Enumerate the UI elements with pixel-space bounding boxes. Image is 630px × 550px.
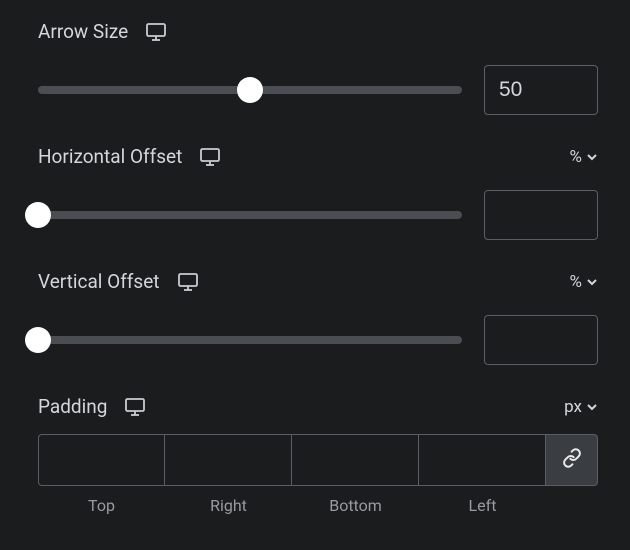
arrow-size-label-row: Arrow Size xyxy=(38,20,598,43)
padding-unit: px xyxy=(564,397,582,417)
padding-right-sublabel: Right xyxy=(210,496,247,515)
padding-top-input[interactable] xyxy=(38,434,165,486)
padding-label-row: Padding px xyxy=(38,395,598,418)
padding-bottom-sublabel: Bottom xyxy=(329,496,382,515)
arrow-size-slider-row xyxy=(38,65,598,115)
chevron-down-icon xyxy=(586,276,598,288)
desktop-icon[interactable] xyxy=(146,23,166,41)
desktop-icon[interactable] xyxy=(125,398,145,416)
vertical-offset-input[interactable] xyxy=(484,315,598,365)
vertical-offset-label-row: Vertical Offset % xyxy=(38,270,598,293)
padding-label: Padding xyxy=(38,395,107,418)
chevron-down-icon xyxy=(586,401,598,413)
arrow-size-input[interactable] xyxy=(484,65,598,115)
arrow-size-group: Arrow Size xyxy=(38,20,598,115)
padding-left-cell: Left xyxy=(419,434,546,515)
padding-left-input[interactable] xyxy=(419,434,546,486)
arrow-size-slider-thumb[interactable] xyxy=(237,77,263,103)
horizontal-offset-unit: % xyxy=(570,147,582,167)
chevron-down-icon xyxy=(586,151,598,163)
horizontal-offset-unit-selector[interactable]: % xyxy=(570,147,598,167)
horizontal-offset-slider[interactable] xyxy=(38,211,462,219)
padding-top-sublabel: Top xyxy=(88,496,115,515)
link-values-button[interactable] xyxy=(546,434,598,486)
horizontal-offset-group: Horizontal Offset % xyxy=(38,145,598,240)
vertical-offset-slider[interactable] xyxy=(38,336,462,344)
padding-left-sublabel: Left xyxy=(469,496,497,515)
desktop-icon[interactable] xyxy=(200,148,220,166)
padding-right-cell: Right xyxy=(165,434,292,515)
vertical-offset-unit-selector[interactable]: % xyxy=(570,272,598,292)
horizontal-offset-label-row: Horizontal Offset % xyxy=(38,145,598,168)
padding-right-input[interactable] xyxy=(165,434,292,486)
link-icon xyxy=(562,448,582,472)
padding-unit-selector[interactable]: px xyxy=(564,397,598,417)
vertical-offset-slider-thumb[interactable] xyxy=(25,327,51,353)
padding-inputs-row: Top Right Bottom Left xyxy=(38,434,598,515)
arrow-size-label: Arrow Size xyxy=(38,20,128,43)
padding-top-cell: Top xyxy=(38,434,165,515)
padding-bottom-cell: Bottom xyxy=(292,434,419,515)
vertical-offset-group: Vertical Offset % xyxy=(38,270,598,365)
arrow-size-slider[interactable] xyxy=(38,86,462,94)
horizontal-offset-label: Horizontal Offset xyxy=(38,145,182,168)
horizontal-offset-input[interactable] xyxy=(484,190,598,240)
padding-bottom-input[interactable] xyxy=(292,434,419,486)
vertical-offset-label: Vertical Offset xyxy=(38,270,160,293)
vertical-offset-slider-row xyxy=(38,315,598,365)
horizontal-offset-slider-thumb[interactable] xyxy=(25,202,51,228)
vertical-offset-unit: % xyxy=(570,272,582,292)
padding-group: Padding px Top Right Bottom xyxy=(38,395,598,515)
desktop-icon[interactable] xyxy=(178,273,198,291)
padding-link-wrapper xyxy=(546,434,598,515)
horizontal-offset-slider-row xyxy=(38,190,598,240)
